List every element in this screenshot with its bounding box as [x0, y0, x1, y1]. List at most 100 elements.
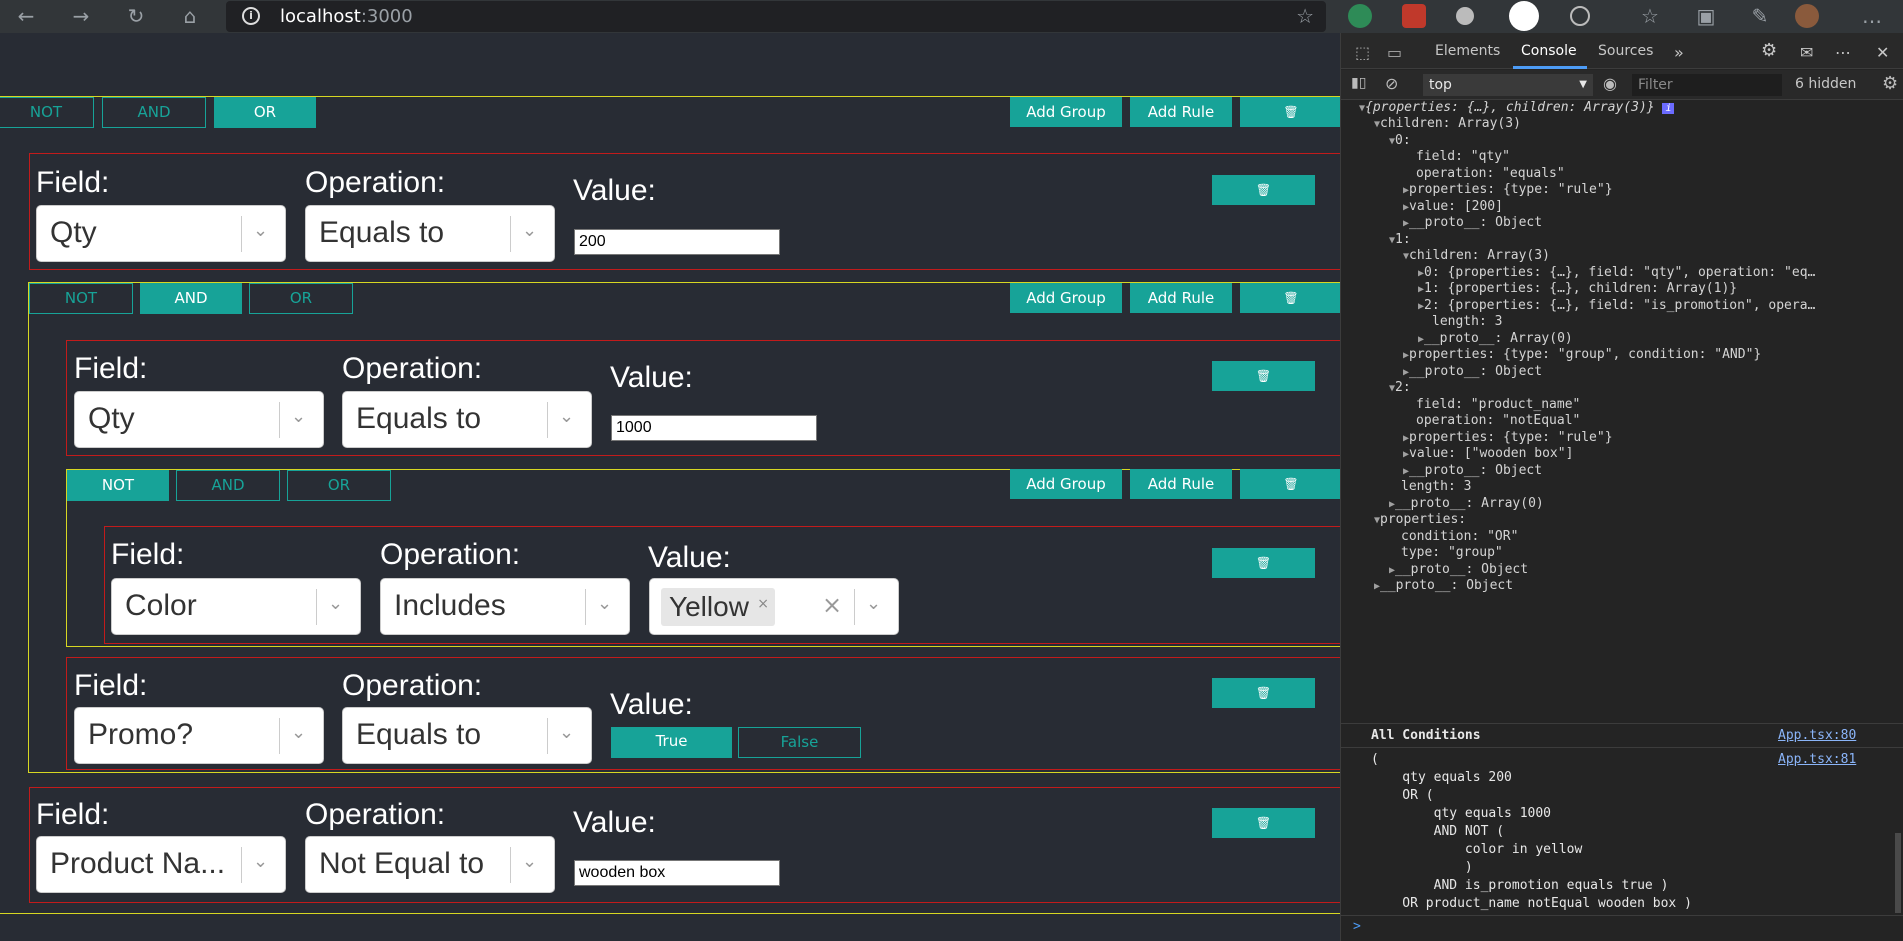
- tab-elements[interactable]: Elements: [1435, 43, 1500, 59]
- rule-delete-button[interactable]: 🗑: [1212, 361, 1315, 391]
- scrollbar-thumb[interactable]: [1895, 833, 1901, 913]
- operation-select[interactable]: Includes ⌄: [380, 578, 630, 635]
- tree-row[interactable]: ▶__proto__: Array(0): [1418, 331, 1573, 346]
- value-input[interactable]: 200: [574, 229, 780, 255]
- extension-icon[interactable]: [1402, 4, 1426, 28]
- more-tabs-icon[interactable]: »: [1674, 43, 1684, 62]
- chevron-down-icon[interactable]: ⌄: [253, 851, 268, 872]
- tree-row[interactable]: ▶__proto__: Object: [1374, 578, 1513, 593]
- home-icon[interactable]: ⌂: [176, 3, 204, 29]
- console-prompt[interactable]: >: [1353, 919, 1361, 934]
- chevron-down-icon[interactable]: ⌄: [522, 220, 537, 241]
- back-icon[interactable]: ←: [12, 3, 40, 29]
- chevron-down-icon[interactable]: ⌄: [291, 406, 306, 427]
- remove-tag-icon[interactable]: ×: [757, 596, 769, 612]
- value-input[interactable]: 1000: [611, 415, 817, 441]
- tab-console[interactable]: Console: [1521, 43, 1577, 59]
- tree-row[interactable]: ▼properties:: [1374, 512, 1466, 527]
- tree-row[interactable]: ▶__proto__: Array(0): [1389, 496, 1544, 511]
- extension-icon-3[interactable]: [1509, 1, 1539, 31]
- tree-row[interactable]: field: "qty": [1416, 149, 1510, 164]
- chevron-down-icon[interactable]: ⌄: [522, 851, 537, 872]
- not-group-add-group-button[interactable]: Add Group: [1010, 469, 1122, 499]
- field-select[interactable]: Color ⌄: [111, 578, 361, 635]
- tree-row[interactable]: condition: "OR": [1401, 529, 1518, 544]
- context-select[interactable]: top ▼: [1423, 74, 1593, 96]
- filter-input[interactable]: Filter: [1632, 74, 1782, 96]
- forward-icon[interactable]: →: [67, 3, 95, 29]
- favorite-star-icon[interactable]: ☆: [1296, 4, 1314, 28]
- source-link[interactable]: App.tsx:81: [1778, 752, 1856, 767]
- tree-row[interactable]: type: "group": [1401, 545, 1503, 560]
- settings-gear-icon[interactable]: ⚙: [1761, 40, 1777, 61]
- root-not-toggle[interactable]: NOT: [0, 97, 94, 128]
- tree-row[interactable]: ▶2: {properties: {…}, field: "is_promoti…: [1418, 298, 1815, 313]
- reload-icon[interactable]: ↻: [122, 3, 150, 29]
- not-group-and-toggle[interactable]: AND: [176, 470, 280, 501]
- rule-delete-button[interactable]: 🗑: [1212, 548, 1315, 578]
- feedback-icon[interactable]: ✎: [1746, 3, 1774, 29]
- tree-row[interactable]: ▶properties: {type: "rule"}: [1403, 430, 1613, 445]
- field-select[interactable]: Qty ⌄: [74, 391, 324, 448]
- not-group-not-toggle[interactable]: NOT: [67, 470, 169, 501]
- operation-select[interactable]: Not Equal to ⌄: [305, 836, 555, 893]
- tree-row[interactable]: field: "product_name": [1416, 397, 1580, 412]
- and-group-not-toggle[interactable]: NOT: [29, 283, 133, 314]
- field-select[interactable]: Product Na... ⌄: [36, 836, 286, 893]
- tree-row[interactable]: ▼2:: [1389, 380, 1411, 395]
- chevron-down-icon[interactable]: ⌄: [866, 593, 881, 614]
- tree-row[interactable]: ▼children: Array(3): [1403, 248, 1550, 263]
- chevron-down-icon[interactable]: ⌄: [559, 722, 574, 743]
- chevron-down-icon[interactable]: ⌄: [597, 593, 612, 614]
- rule-delete-button[interactable]: 🗑: [1212, 808, 1315, 838]
- more-icon[interactable]: …: [1858, 3, 1886, 29]
- value-multiselect[interactable]: Yellow × × ⌄: [649, 578, 899, 635]
- chevron-down-icon[interactable]: ⌄: [291, 722, 306, 743]
- tree-row[interactable]: ▶0: {properties: {…}, field: "qty", oper…: [1418, 265, 1815, 280]
- close-icon[interactable]: ✕: [1876, 43, 1889, 62]
- chevron-down-icon[interactable]: ⌄: [328, 593, 343, 614]
- eye-icon[interactable]: ◉: [1603, 74, 1617, 93]
- and-group-add-rule-button[interactable]: Add Rule: [1130, 283, 1232, 313]
- tree-row[interactable]: ▼children: Array(3): [1374, 116, 1521, 131]
- and-group-or-toggle[interactable]: OR: [249, 283, 353, 314]
- and-group-add-group-button[interactable]: Add Group: [1010, 283, 1122, 313]
- sidebar-toggle-icon[interactable]: ▮▯: [1351, 75, 1366, 91]
- tree-row[interactable]: ▶__proto__: Object: [1403, 215, 1542, 230]
- false-toggle[interactable]: False: [738, 727, 861, 758]
- value-input[interactable]: wooden box: [574, 860, 780, 886]
- field-select[interactable]: Qty ⌄: [36, 205, 286, 262]
- tree-row[interactable]: ▶__proto__: Object: [1403, 463, 1542, 478]
- and-group-delete-button[interactable]: 🗑: [1240, 283, 1340, 313]
- root-delete-button[interactable]: 🗑: [1240, 97, 1340, 127]
- clear-icon[interactable]: ×: [822, 591, 842, 619]
- root-and-toggle[interactable]: AND: [102, 97, 206, 128]
- site-info-icon[interactable]: i: [242, 7, 260, 25]
- address-bar[interactable]: i localhost:3000 ☆: [226, 1, 1326, 32]
- not-group-or-toggle[interactable]: OR: [287, 470, 391, 501]
- tree-row[interactable]: ▶properties: {type: "group", condition: …: [1403, 347, 1761, 362]
- root-or-toggle[interactable]: OR: [214, 97, 316, 128]
- rule-delete-button[interactable]: 🗑: [1212, 175, 1315, 205]
- source-link[interactable]: App.tsx:80: [1778, 728, 1856, 743]
- more-options-icon[interactable]: ⋯: [1835, 43, 1851, 62]
- tree-row[interactable]: ▼{properties: {…}, children: Array(3)} i: [1359, 100, 1675, 115]
- tree-row[interactable]: ▶properties: {type: "rule"}: [1403, 182, 1613, 197]
- chevron-down-icon[interactable]: ⌄: [559, 406, 574, 427]
- tree-row[interactable]: ▶__proto__: Object: [1403, 364, 1542, 379]
- tree-row[interactable]: ▼1:: [1389, 232, 1411, 247]
- extension-icon-4[interactable]: [1570, 6, 1590, 26]
- field-select[interactable]: Promo? ⌄: [74, 707, 324, 764]
- device-toggle-icon[interactable]: ▭: [1387, 43, 1402, 62]
- root-add-group-button[interactable]: Add Group: [1010, 97, 1122, 127]
- tree-row[interactable]: ▶1: {properties: {…}, children: Array(1)…: [1418, 281, 1737, 296]
- extension-icon-2[interactable]: [1456, 7, 1474, 25]
- not-group-add-rule-button[interactable]: Add Rule: [1130, 469, 1232, 499]
- feedback-icon[interactable]: ✉: [1800, 43, 1813, 62]
- shield-extension-icon[interactable]: [1348, 4, 1372, 28]
- tree-row[interactable]: ▶value: [200]: [1403, 199, 1503, 214]
- chevron-down-icon[interactable]: ⌄: [253, 220, 268, 241]
- profile-avatar[interactable]: [1795, 4, 1819, 28]
- tree-row[interactable]: operation: "equals": [1416, 166, 1565, 181]
- clear-console-icon[interactable]: ⊘: [1385, 74, 1398, 93]
